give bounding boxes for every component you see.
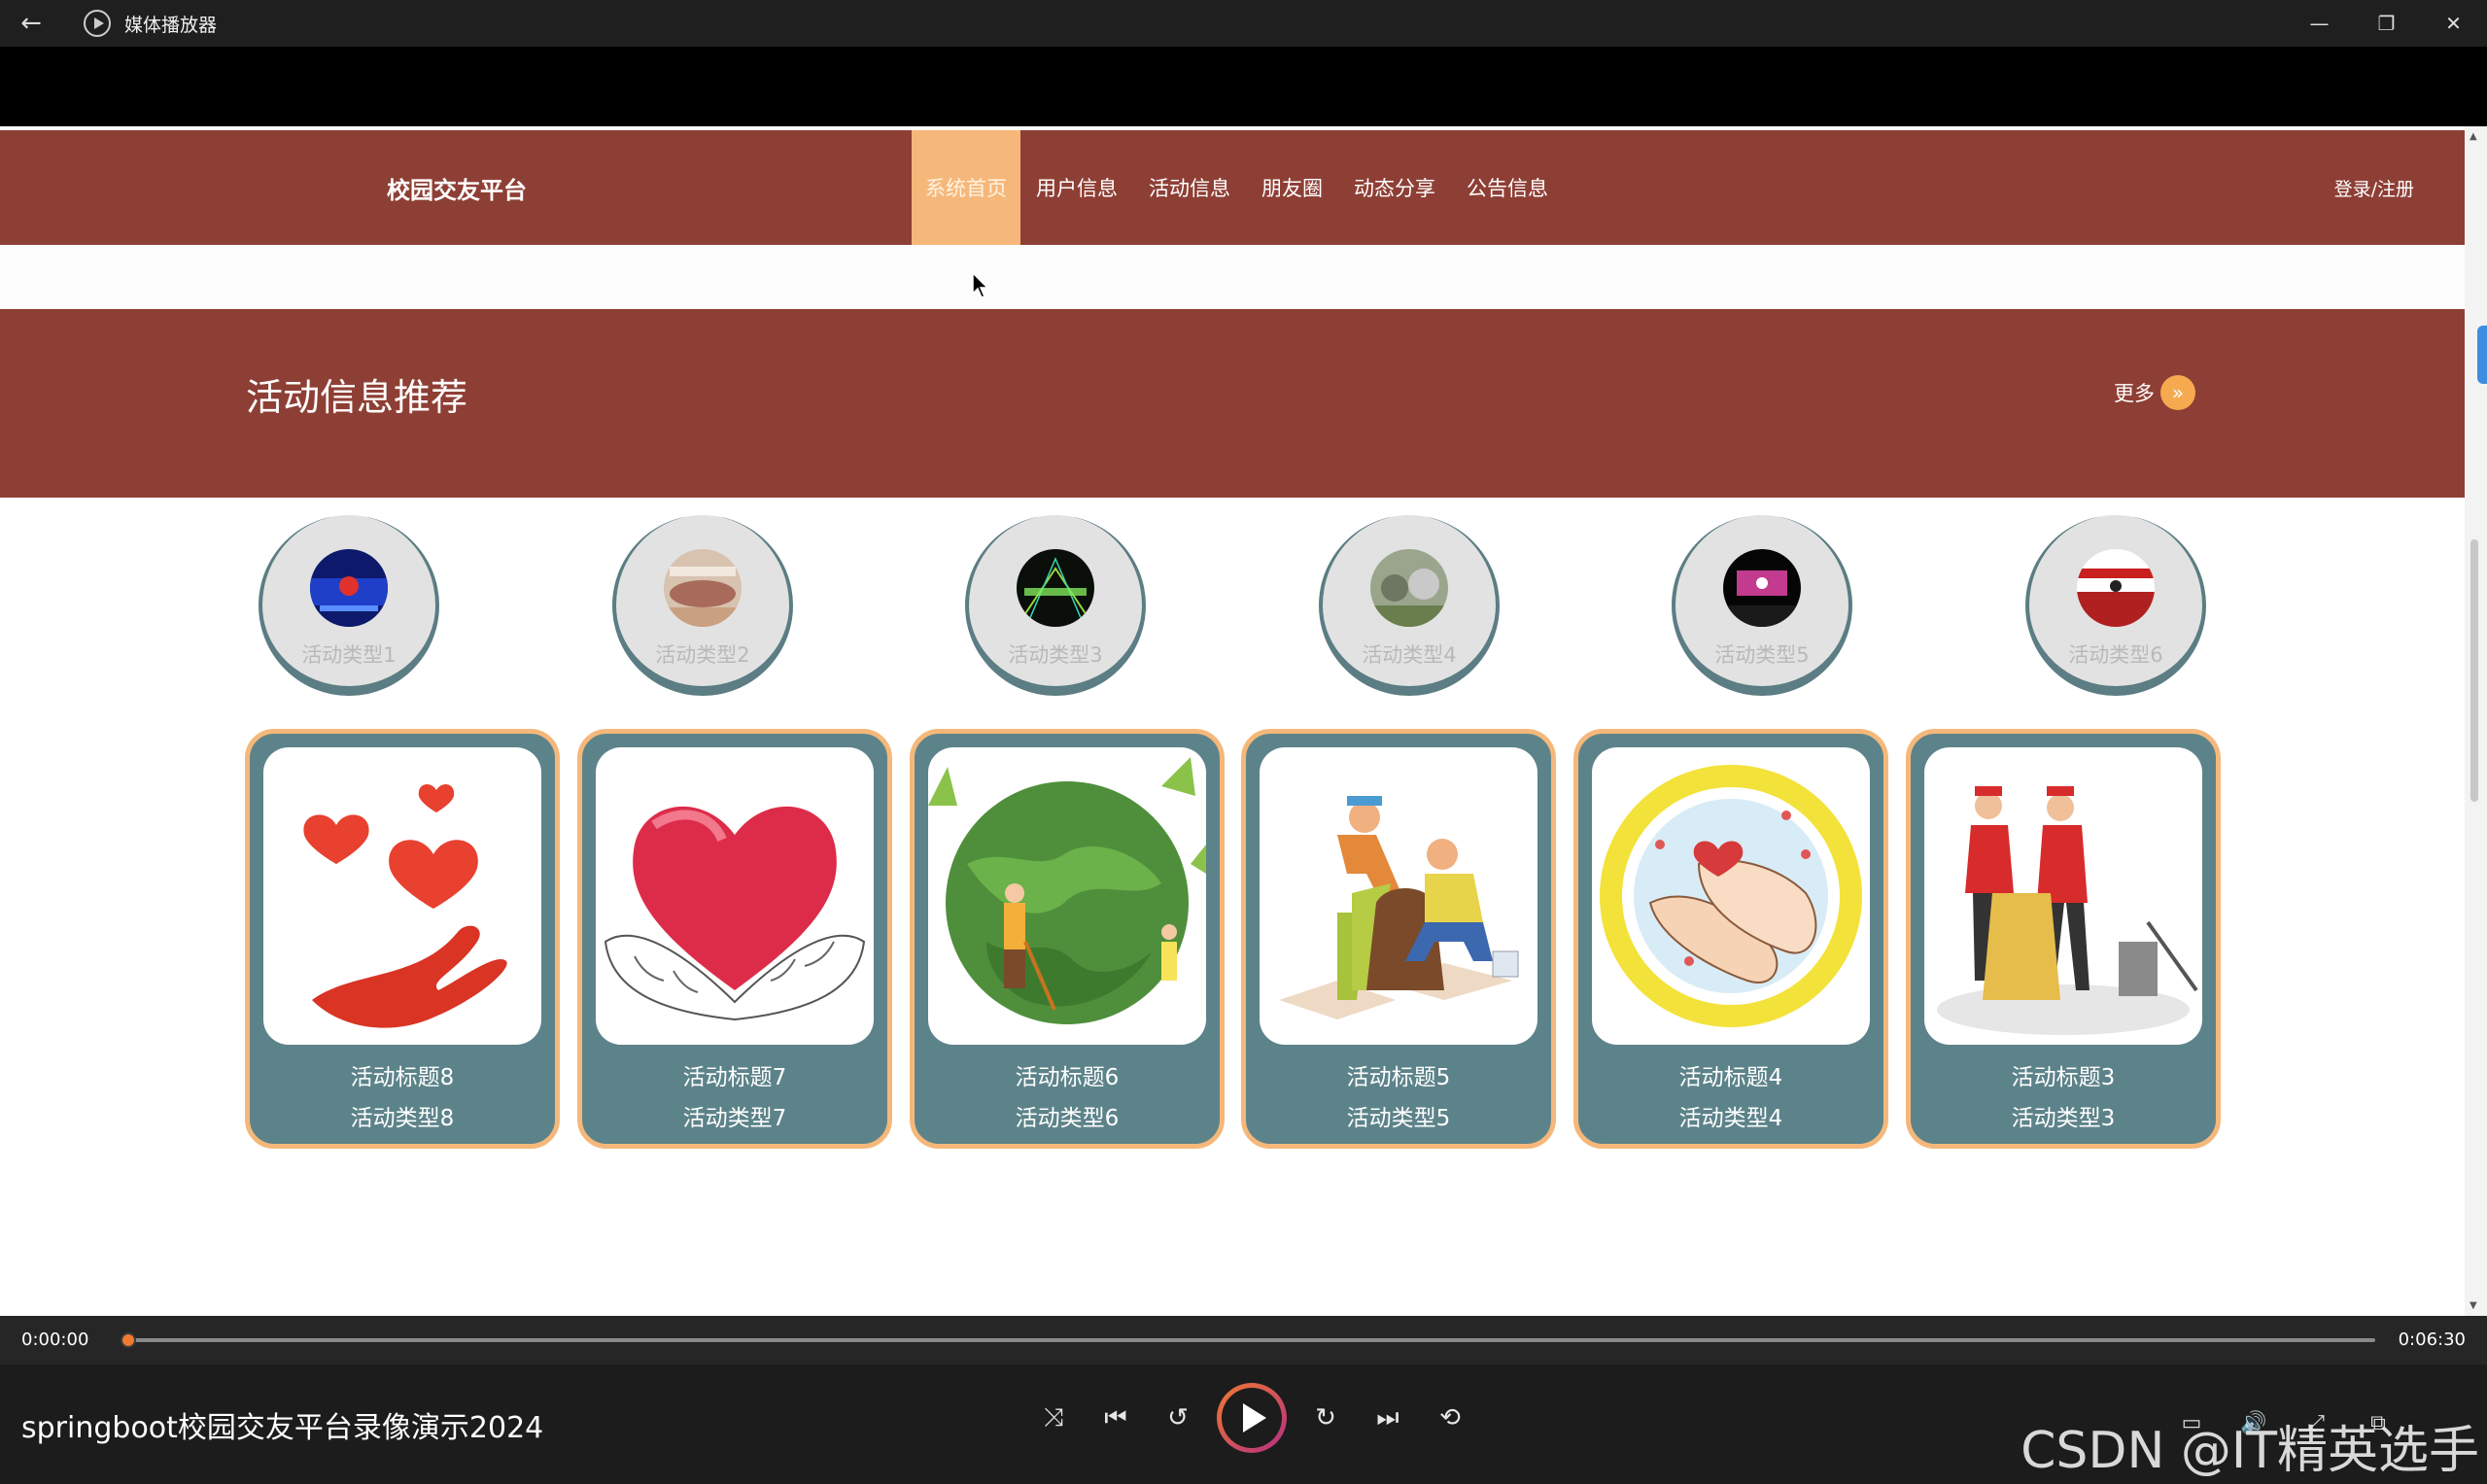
type-item[interactable]: 活动类型2 [612,515,793,696]
seek-knob[interactable] [121,1332,136,1348]
type-label: 活动类型5 [1714,643,1810,667]
card-title: 活动标题5 [1346,1065,1451,1090]
video-letterbox-top [0,47,2487,126]
activity-card[interactable]: 活动标题6 活动类型6 [910,729,1225,1149]
type-label: 活动类型1 [301,643,397,667]
site-navbar: 校园交友平台 系统首页 用户信息 活动信息 朋友圈 动态分享 公告信息 登录/注… [0,130,2465,245]
play-icon [1222,1388,1282,1448]
scroll-thumb[interactable] [2470,539,2478,802]
nav-item-announcements[interactable]: 公告信息 [1451,130,1564,245]
card-image [928,747,1206,1045]
card-image [1260,747,1537,1045]
back-arrow-icon[interactable]: ← [0,0,62,47]
card-title: 活动标题4 [1678,1065,1783,1090]
card-title: 活动标题7 [682,1065,787,1090]
page-scrollbar[interactable]: ▲ ▼ [2465,126,2487,1316]
close-button[interactable]: ✕ [2420,0,2487,47]
activity-card[interactable]: 活动标题3 活动类型3 [1906,729,2221,1149]
window-controls: — ❐ ✕ [2286,0,2487,47]
card-type: 活动类型5 [1346,1106,1451,1131]
type-thumbnail [2077,549,2155,627]
double-chevron-right-icon: » [2160,375,2195,410]
type-item[interactable]: 活动类型4 [1319,515,1500,696]
media-title: springboot校园交友平台录像演示2024 [21,1411,544,1445]
maximize-button[interactable]: ❐ [2353,0,2420,47]
card-image [1592,747,1870,1045]
type-label: 活动类型3 [1008,643,1103,667]
section-banner: 活动信息推荐 更多 » [0,309,2465,498]
play-button[interactable] [1217,1383,1287,1453]
more-label: 更多 [2114,382,2155,405]
type-thumbnail [1723,549,1801,627]
card-type: 活动类型8 [350,1106,455,1131]
card-title: 活动标题6 [1015,1065,1120,1090]
previous-track-icon[interactable]: ⏮ [1085,1387,1147,1449]
activity-card[interactable]: 活动标题7 活动类型7 [577,729,892,1149]
nav-item-posts[interactable]: 动态分享 [1338,130,1451,245]
card-image [596,747,874,1045]
type-thumbnail [1370,549,1448,627]
activity-types-row: 活动类型1 活动类型2 活动类型3 活动类型4 活动类型5 活动类型6 [0,515,2465,700]
type-thumbnail [664,549,742,627]
type-item[interactable]: 活动类型3 [965,515,1146,696]
rewind-10-icon[interactable]: ↺ [1147,1387,1209,1449]
card-image [263,747,541,1045]
mouse-cursor-icon [972,272,989,298]
activity-cards-row: 活动标题8 活动类型8 活动标题7 活动类型7 活动标题6 活动类型6 活动标题… [0,729,2465,1149]
nav-item-moments[interactable]: 朋友圈 [1246,130,1338,245]
forward-30-icon[interactable]: ↻ [1295,1387,1357,1449]
duration-time: 0:06:30 [2398,1329,2466,1350]
type-thumbnail [310,549,388,627]
nav-item-activities[interactable]: 活动信息 [1133,130,1246,245]
card-title: 活动标题3 [2011,1065,2116,1090]
media-player-app-icon [84,10,111,37]
card-image [1924,747,2202,1045]
playback-controls: ⤨ ⏮ ↺ ↻ ⏭ ⟲ [1022,1383,1481,1453]
type-item[interactable]: 活动类型5 [1672,515,1852,696]
site-brand[interactable]: 校园交友平台 [387,130,527,245]
more-link[interactable]: 更多 » [2114,375,2195,410]
hero-strip [0,245,2465,309]
section-title: 活动信息推荐 [246,376,468,419]
nav-item-home[interactable]: 系统首页 [912,130,1020,245]
nav-links: 系统首页 用户信息 活动信息 朋友圈 动态分享 公告信息 [912,130,1564,245]
current-time: 0:00:00 [21,1329,89,1350]
csdn-watermark: CSDN @IT精英选手 [2021,1422,2479,1480]
next-track-icon[interactable]: ⏭ [1357,1387,1419,1449]
scroll-up-arrow-icon[interactable]: ▲ [2470,131,2477,142]
type-thumbnail [1017,549,1094,627]
activity-card[interactable]: 活动标题8 活动类型8 [245,729,560,1149]
card-type: 活动类型3 [2011,1106,2116,1131]
type-label: 活动类型6 [2068,643,2163,667]
card-title: 活动标题8 [350,1065,455,1090]
type-label: 活动类型4 [1362,643,1457,667]
window-title: 媒体播放器 [124,14,218,36]
scroll-down-arrow-icon[interactable]: ▼ [2470,1300,2477,1311]
type-item[interactable]: 活动类型6 [2025,515,2206,696]
type-item[interactable]: 活动类型1 [259,515,439,696]
card-type: 活动类型4 [1678,1106,1783,1131]
card-type: 活动类型7 [682,1106,787,1131]
window-titlebar: ← 媒体播放器 — ❐ ✕ [0,0,2487,47]
seek-bar-row: 0:00:00 0:06:30 [0,1316,2487,1364]
card-type: 活动类型6 [1015,1106,1120,1131]
nav-item-users[interactable]: 用户信息 [1020,130,1133,245]
video-frame-webpage: 校园交友平台 系统首页 用户信息 活动信息 朋友圈 动态分享 公告信息 登录/注… [0,126,2465,1316]
minimize-button[interactable]: — [2286,0,2353,47]
shuffle-icon[interactable]: ⤨ [1022,1387,1085,1449]
repeat-off-icon[interactable]: ⟲ [1419,1387,1481,1449]
activity-card[interactable]: 活动标题5 活动类型5 [1241,729,1556,1149]
login-register-link[interactable]: 登录/注册 [2334,130,2414,245]
type-label: 活动类型2 [655,643,750,667]
media-player-controls: 0:00:00 0:06:30 springboot校园交友平台录像演示2024… [0,1316,2487,1484]
side-floating-tab[interactable] [2477,326,2487,384]
seek-track[interactable] [121,1338,2375,1342]
activity-card[interactable]: 活动标题4 活动类型4 [1573,729,1888,1149]
